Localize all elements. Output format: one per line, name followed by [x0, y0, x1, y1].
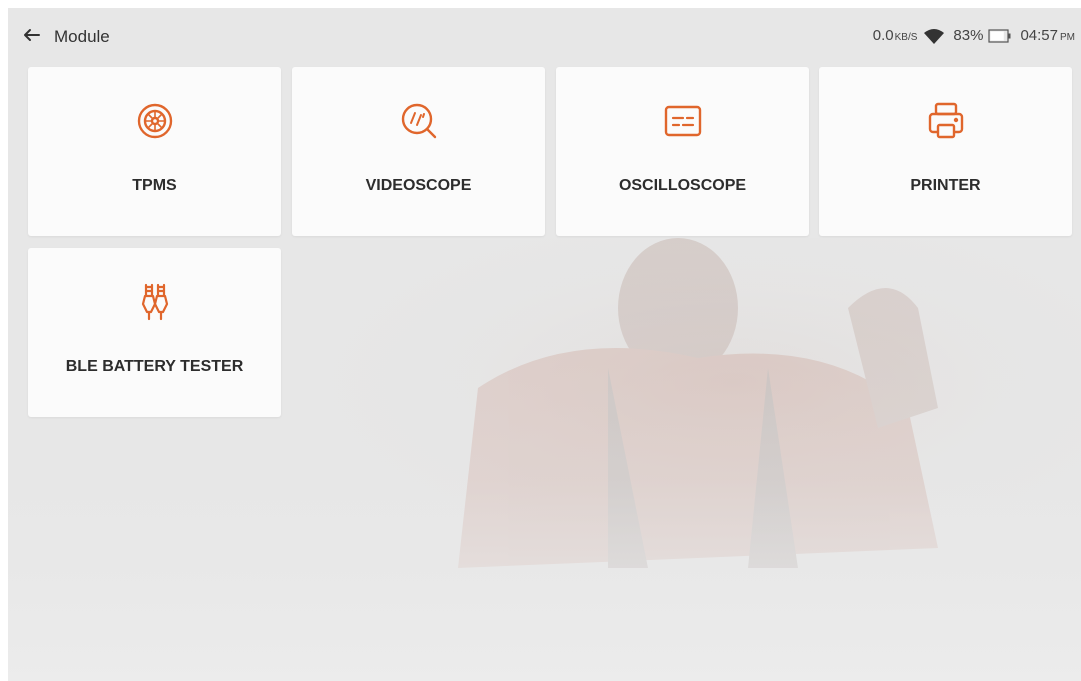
clock: 04:57 PM	[1020, 27, 1075, 44]
battery-percent: 83%	[953, 27, 984, 44]
status-bar: 0.0KB/S 83% 04:57 PM	[873, 27, 1075, 44]
top-bar: Module 0.0KB/S 83% 04:57 PM	[8, 8, 1081, 66]
tile-label: VIDEOSCOPE	[365, 177, 472, 194]
clock-time: 04:57	[1020, 27, 1058, 44]
tile-oscilloscope[interactable]: OSCILLOSCOPE	[556, 67, 809, 236]
tile-label: PRINTER	[910, 177, 981, 194]
tile-label: OSCILLOSCOPE	[618, 177, 747, 194]
tire-icon	[137, 103, 172, 139]
printer-icon	[928, 102, 963, 139]
battery-clamp-icon	[141, 283, 168, 321]
network-speed-value: 0.0	[872, 27, 894, 44]
battery-icon	[988, 28, 1011, 43]
network-speed-unit: KB/S	[894, 32, 918, 43]
clock-ampm: PM	[1060, 32, 1075, 43]
tile-videoscope[interactable]: VIDEOSCOPE	[292, 67, 545, 236]
arrow-left-icon[interactable]	[20, 24, 42, 46]
wifi-icon	[924, 28, 945, 44]
oscilloscope-icon	[664, 105, 701, 137]
tile-label: BLE BATTERY TESTER	[65, 358, 244, 375]
tile-ble-battery-tester[interactable]: BLE BATTERY TESTER	[28, 248, 281, 417]
tile-label: TPMS	[132, 177, 177, 194]
videoscope-icon	[401, 103, 436, 139]
tile-tpms[interactable]: TPMS	[28, 67, 281, 236]
page-title: Module	[54, 27, 110, 46]
network-speed: 0.0KB/S	[873, 27, 918, 44]
tile-printer[interactable]: PRINTER	[819, 67, 1072, 236]
module-screen: Module 0.0KB/S 83% 04:57 PM TPMS VIDEOSC…	[8, 8, 1081, 681]
